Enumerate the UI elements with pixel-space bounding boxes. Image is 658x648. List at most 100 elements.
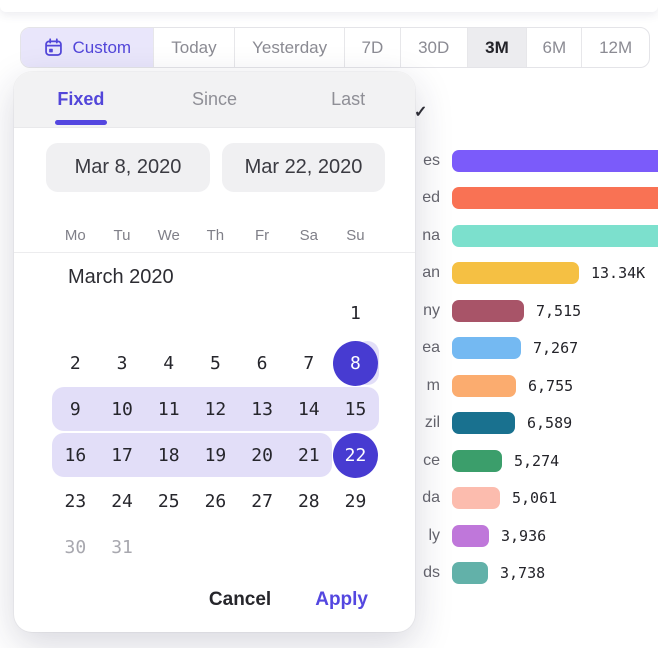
bar-value-label: 6,755 bbox=[528, 377, 573, 395]
end-date-value: Mar 22, 2020 bbox=[245, 156, 363, 179]
weekday-mo: Mo bbox=[65, 227, 86, 244]
bar-value-label: 5,061 bbox=[512, 489, 557, 507]
bar[interactable] bbox=[452, 450, 502, 472]
day-20[interactable]: 20 bbox=[240, 433, 285, 478]
category-label: ly bbox=[428, 527, 440, 545]
day-5[interactable]: 5 bbox=[193, 341, 238, 386]
bar-value-label: 6,589 bbox=[527, 414, 572, 432]
empty-day-cell bbox=[53, 291, 98, 336]
start-date-input[interactable]: Mar 8, 2020 bbox=[46, 143, 210, 192]
category-label: an bbox=[422, 264, 440, 282]
range-today-button[interactable]: Today bbox=[154, 28, 236, 67]
day-25[interactable]: 25 bbox=[146, 479, 191, 524]
end-date-input[interactable]: Mar 22, 2020 bbox=[222, 143, 385, 192]
range-30d-label: 30D bbox=[418, 38, 449, 58]
bar[interactable] bbox=[452, 150, 658, 172]
bar[interactable] bbox=[452, 562, 488, 584]
range-3m-label: 3M bbox=[485, 38, 509, 58]
day-17[interactable]: 17 bbox=[100, 433, 145, 478]
day-27[interactable]: 27 bbox=[240, 479, 285, 524]
top-panel-edge bbox=[0, 0, 658, 12]
range-custom-button[interactable]: Custom bbox=[21, 28, 154, 67]
bar-value-label: 5,274 bbox=[514, 452, 559, 470]
day-7[interactable]: 7 bbox=[286, 341, 331, 386]
day-16[interactable]: 16 bbox=[53, 433, 98, 478]
bar[interactable] bbox=[452, 262, 579, 284]
day-6[interactable]: 6 bbox=[240, 341, 285, 386]
day-29[interactable]: 29 bbox=[333, 479, 378, 524]
range-yesterday-button[interactable]: Yesterday bbox=[235, 28, 345, 67]
bar[interactable] bbox=[452, 487, 500, 509]
week-row: 23242526272829 bbox=[52, 478, 379, 524]
bar[interactable] bbox=[452, 300, 524, 322]
bar[interactable] bbox=[452, 225, 658, 247]
divider bbox=[14, 252, 415, 253]
day-9[interactable]: 9 bbox=[53, 387, 98, 432]
apply-button[interactable]: Apply bbox=[315, 589, 368, 611]
analytics-screen: esednaan13.34Kny7,515ea7,267m6,755zil6,5… bbox=[0, 0, 658, 648]
cancel-button[interactable]: Cancel bbox=[209, 589, 271, 611]
day-31[interactable]: 31 bbox=[100, 525, 145, 570]
day-30[interactable]: 30 bbox=[53, 525, 98, 570]
tab-fixed-label: Fixed bbox=[57, 89, 104, 110]
popup-actions: Cancel Apply bbox=[209, 584, 368, 616]
category-label: ea bbox=[422, 339, 440, 357]
day-10[interactable]: 10 bbox=[100, 387, 145, 432]
weekday-fr: Fr bbox=[255, 227, 269, 244]
day-11[interactable]: 11 bbox=[146, 387, 191, 432]
empty-day-cell bbox=[333, 525, 378, 570]
day-1[interactable]: 1 bbox=[333, 291, 378, 336]
active-tab-underline bbox=[55, 120, 107, 125]
day-14[interactable]: 14 bbox=[286, 387, 331, 432]
day-21[interactable]: 21 bbox=[286, 433, 331, 478]
day-12[interactable]: 12 bbox=[193, 387, 238, 432]
day-23[interactable]: 23 bbox=[53, 479, 98, 524]
bar[interactable] bbox=[452, 337, 521, 359]
range-3m-button[interactable]: 3M bbox=[468, 28, 528, 67]
weekday-th: Th bbox=[207, 227, 225, 244]
week-row: 3031 bbox=[52, 524, 379, 570]
bar[interactable] bbox=[452, 525, 489, 547]
date-picker-popup: FixedSinceLast Mar 8, 2020 Mar 22, 2020 … bbox=[14, 72, 415, 632]
day-28[interactable]: 28 bbox=[286, 479, 331, 524]
day-15[interactable]: 15 bbox=[333, 387, 378, 432]
range-7d-button[interactable]: 7D bbox=[345, 28, 401, 67]
weekday-tu: Tu bbox=[114, 227, 131, 244]
tab-fixed[interactable]: Fixed bbox=[14, 72, 148, 127]
weekday-we: We bbox=[158, 227, 180, 244]
day-3[interactable]: 3 bbox=[100, 341, 145, 386]
range-12m-button[interactable]: 12M bbox=[582, 28, 649, 67]
range-30d-button[interactable]: 30D bbox=[401, 28, 468, 67]
range-yesterday-label: Yesterday bbox=[252, 38, 327, 58]
bar[interactable] bbox=[452, 412, 515, 434]
day-2[interactable]: 2 bbox=[53, 341, 98, 386]
day-18[interactable]: 18 bbox=[146, 433, 191, 478]
tab-last[interactable]: Last bbox=[281, 72, 415, 127]
empty-day-cell bbox=[146, 291, 191, 336]
category-label: m bbox=[427, 377, 440, 395]
category-label: ds bbox=[423, 564, 440, 582]
date-picker-tabs: Fixed SinceLast bbox=[14, 72, 415, 128]
range-6m-button[interactable]: 6M bbox=[527, 28, 582, 67]
range-today-label: Today bbox=[171, 38, 216, 58]
category-label: ny bbox=[423, 302, 440, 320]
week-row: 9101112131415 bbox=[52, 386, 379, 432]
day-26[interactable]: 26 bbox=[193, 479, 238, 524]
day-24[interactable]: 24 bbox=[100, 479, 145, 524]
check-icon: ✓ bbox=[414, 102, 427, 122]
category-label: ce bbox=[423, 452, 440, 470]
day-8[interactable]: 8 bbox=[333, 341, 378, 386]
empty-day-cell bbox=[193, 291, 238, 336]
category-label: es bbox=[423, 152, 440, 170]
day-19[interactable]: 19 bbox=[193, 433, 238, 478]
empty-day-cell bbox=[146, 525, 191, 570]
tab-since[interactable]: Since bbox=[148, 72, 282, 127]
day-22[interactable]: 22 bbox=[333, 433, 378, 478]
weekday-sa: Sa bbox=[300, 227, 318, 244]
range-custom-label: Custom bbox=[73, 38, 132, 58]
bar[interactable] bbox=[452, 187, 658, 209]
day-13[interactable]: 13 bbox=[240, 387, 285, 432]
bar[interactable] bbox=[452, 375, 516, 397]
range-7d-label: 7D bbox=[362, 38, 384, 58]
day-4[interactable]: 4 bbox=[146, 341, 191, 386]
